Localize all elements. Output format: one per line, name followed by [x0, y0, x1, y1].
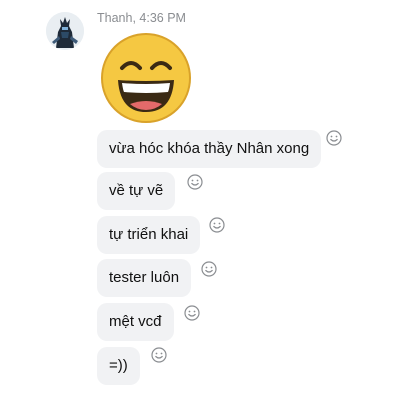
message-bubble-2[interactable]: về tự vẽ [97, 172, 176, 210]
avatar-image [46, 12, 84, 50]
smiley-reaction-icon[interactable] [184, 305, 200, 321]
message-bubble-1[interactable]: vừa hóc khóa thầy Nhân xong [97, 130, 322, 168]
sender-name-time: Thanh, 4:36 PM [97, 11, 186, 25]
sender-avatar[interactable] [46, 12, 84, 50]
message-bubble-4[interactable]: tester luôn [97, 259, 192, 297]
message-bubble-5[interactable]: mệt vcđ [97, 303, 174, 341]
message-bubble-6[interactable]: =)) [97, 347, 140, 385]
smiley-reaction-icon[interactable] [187, 174, 203, 190]
laughing-sticker[interactable] [100, 32, 192, 124]
laughing-grin-emoji-icon [101, 33, 191, 123]
smiley-reaction-icon[interactable] [201, 261, 217, 277]
smiley-reaction-icon[interactable] [209, 217, 225, 233]
smiley-reaction-icon[interactable] [151, 347, 167, 363]
message-bubble-3[interactable]: tự triển khai [97, 216, 201, 254]
smiley-reaction-icon[interactable] [326, 130, 342, 146]
